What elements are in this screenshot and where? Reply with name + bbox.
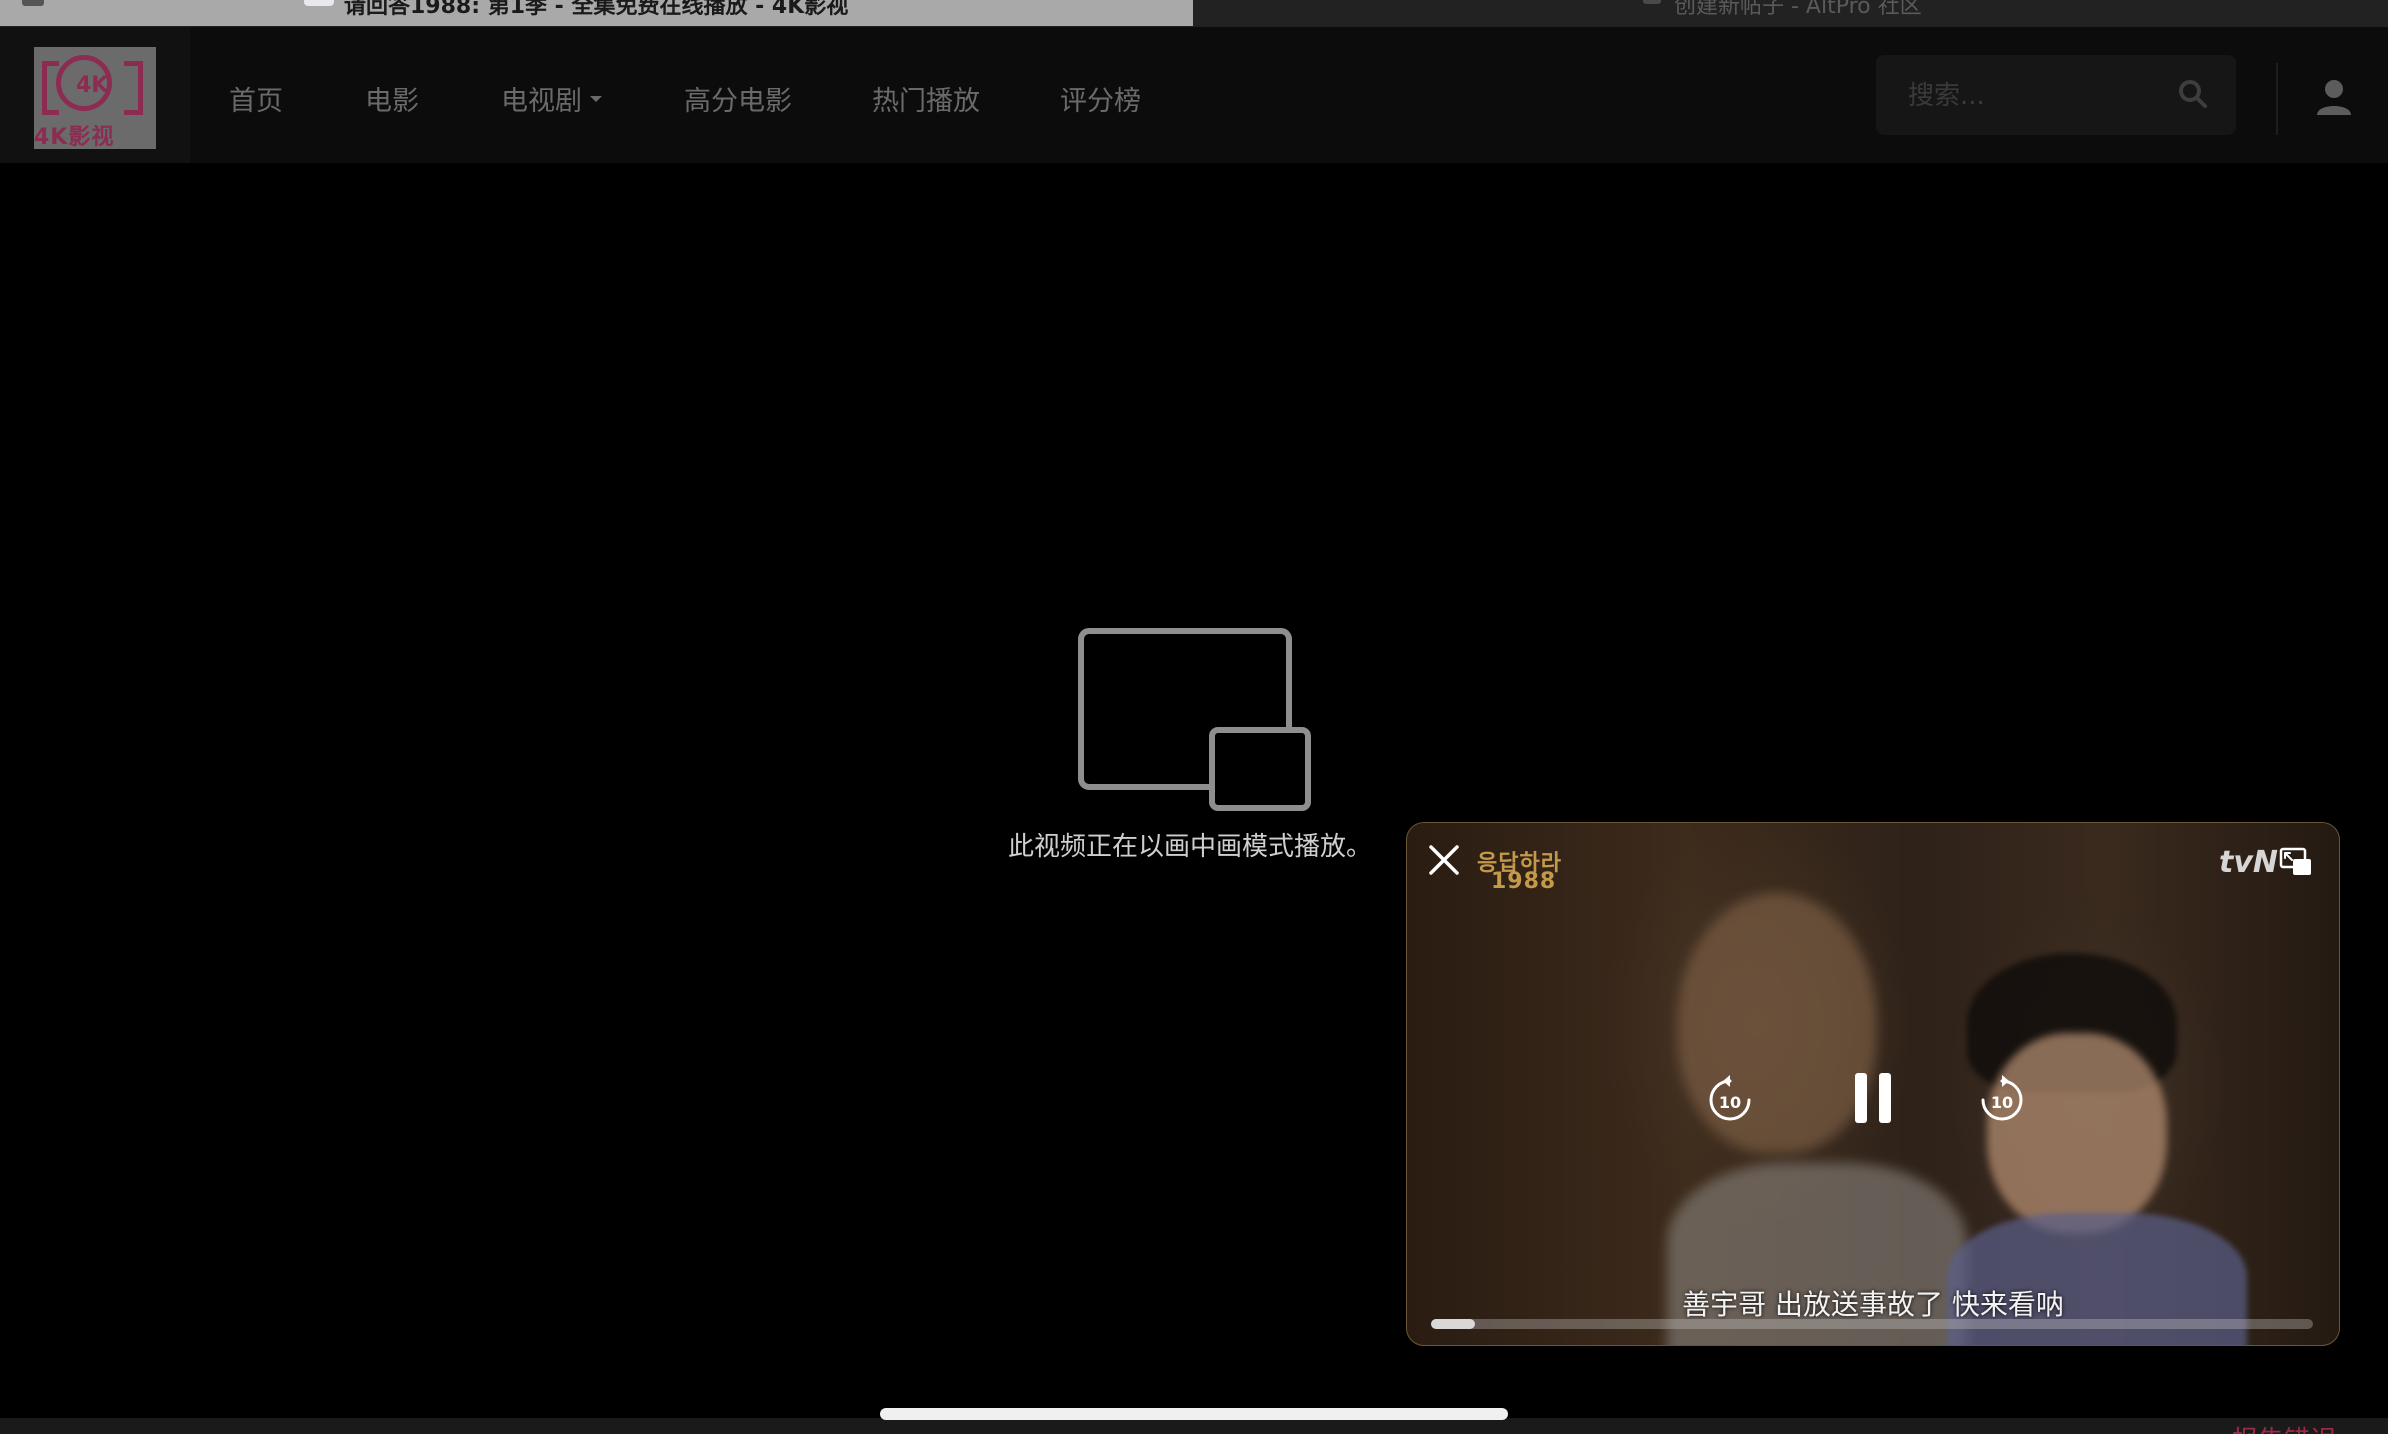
browser-tab-inactive[interactable]: 创建新帖子 - AltPro 社区 <box>1193 0 2388 26</box>
search-icon[interactable] <box>2178 79 2208 109</box>
tab-favicon-icon <box>1643 0 1661 4</box>
return-to-tab-icon[interactable] <box>2279 847 2313 877</box>
home-indicator[interactable] <box>880 1408 1508 1420</box>
channel-watermark: tvN <box>2219 845 2279 880</box>
nav-item-top-rated-movies[interactable]: 高分电影 <box>684 79 792 118</box>
picture-in-picture-icon <box>1078 628 1311 811</box>
pip-video-window[interactable]: 응답하라 1988 tvN 10 10 善宇哥 出放送事故了 快来看呐 <box>1406 822 2340 1346</box>
search-box <box>1876 55 2236 135</box>
bottom-strip <box>0 1418 2388 1434</box>
nav-item-trending[interactable]: 热门播放 <box>872 79 980 118</box>
window-control[interactable] <box>22 0 44 6</box>
nav-item-tv-series[interactable]: 电视剧 <box>501 79 602 118</box>
video-progress-bar[interactable] <box>1431 1319 2313 1329</box>
user-icon[interactable] <box>2314 77 2354 117</box>
nav-label: 热门播放 <box>872 86 980 117</box>
rewind-seconds-label: 10 <box>1719 1093 1741 1112</box>
show-logo: 응답하라 1988 <box>1477 845 1597 899</box>
pip-status-message: 此视频正在以画中画模式播放。 <box>1008 832 1373 862</box>
site-header: 4K 4K影视 首页 电影 电视剧 高分电影 热门播放 评分榜 <box>0 26 2388 163</box>
browser-tab-active[interactable]: 请回答1988: 第1季 - 全集免费在线播放 - 4K影视 <box>0 0 1193 26</box>
main-nav: 首页 电影 电视剧 高分电影 热门播放 评分榜 <box>229 79 1141 118</box>
video-progress-fill <box>1431 1319 1476 1329</box>
nav-item-rankings[interactable]: 评分榜 <box>1060 79 1141 118</box>
pause-icon[interactable] <box>1851 1071 1895 1125</box>
header-divider <box>2276 63 2278 135</box>
nav-label: 高分电影 <box>684 86 792 117</box>
logo-text: 4K影视 <box>34 125 115 149</box>
show-logo-year: 1988 <box>1491 869 1557 894</box>
nav-label: 电视剧 <box>501 86 582 117</box>
logo-mark-text: 4K <box>76 73 109 98</box>
tab-favicon-icon <box>304 0 334 6</box>
video-subtitle: 善宇哥 出放送事故了 快来看呐 <box>1682 1288 2064 1321</box>
nav-label: 首页 <box>229 86 283 117</box>
forward-10-icon[interactable]: 10 <box>1979 1073 2025 1123</box>
nav-item-home[interactable]: 首页 <box>229 79 283 118</box>
logo-bracket-right <box>124 61 143 115</box>
nav-item-movies[interactable]: 电影 <box>365 79 419 118</box>
search-input[interactable] <box>1906 75 2170 117</box>
chevron-down-icon <box>590 95 602 102</box>
report-error-link[interactable]: 报告错误 <box>2232 1416 2336 1434</box>
nav-label: 电影 <box>365 86 419 117</box>
browser-tab-bar: 请回答1988: 第1季 - 全集免费在线播放 - 4K影视 创建新帖子 - A… <box>0 0 2388 26</box>
video-frame-figure <box>1987 1033 2167 1233</box>
nav-label: 评分榜 <box>1060 86 1141 117</box>
report-error-label: 报告错误 <box>2232 1420 2336 1434</box>
rewind-10-icon[interactable]: 10 <box>1707 1073 1753 1123</box>
tab-title: 创建新帖子 - AltPro 社区 <box>1674 0 1922 19</box>
forward-seconds-label: 10 <box>1991 1093 2013 1112</box>
close-icon[interactable] <box>1427 843 1461 877</box>
site-logo[interactable]: 4K 4K影视 <box>34 47 156 149</box>
tab-title: 请回答1988: 第1季 - 全集免费在线播放 - 4K影视 <box>344 0 849 19</box>
